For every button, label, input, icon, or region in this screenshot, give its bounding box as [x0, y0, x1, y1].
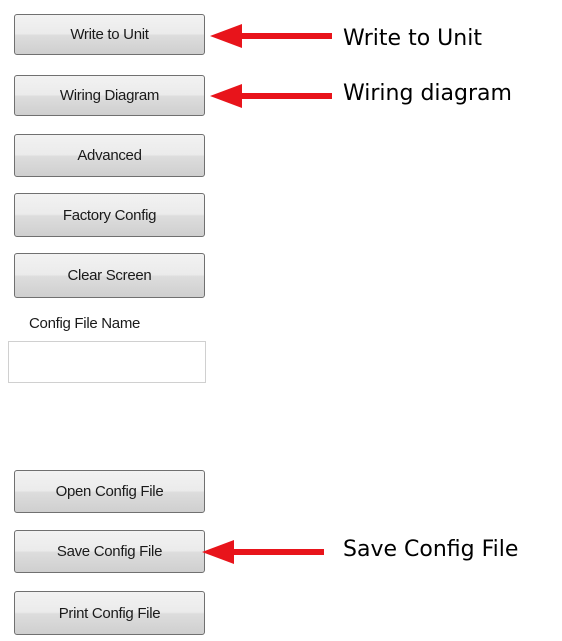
print-config-file-button[interactable]: Print Config File — [14, 591, 205, 635]
write-to-unit-button[interactable]: Write to Unit — [14, 14, 205, 55]
advanced-button[interactable]: Advanced — [14, 134, 205, 177]
wiring-diagram-annotation: Wiring diagram — [343, 81, 512, 106]
save-config-file-button[interactable]: Save Config File — [14, 530, 205, 573]
config-file-name-input[interactable] — [8, 341, 206, 383]
clear-screen-button[interactable]: Clear Screen — [14, 253, 205, 298]
red-arrow-icon — [210, 84, 332, 108]
factory-config-button[interactable]: Factory Config — [14, 193, 205, 237]
write-to-unit-annotation: Write to Unit — [343, 26, 482, 51]
red-arrow-icon — [202, 540, 324, 564]
wiring-diagram-button[interactable]: Wiring Diagram — [14, 75, 205, 116]
open-config-file-button[interactable]: Open Config File — [14, 470, 205, 513]
save-config-file-annotation: Save Config File — [343, 537, 519, 562]
red-arrow-icon — [210, 24, 332, 48]
config-file-name-label: Config File Name — [29, 315, 141, 332]
